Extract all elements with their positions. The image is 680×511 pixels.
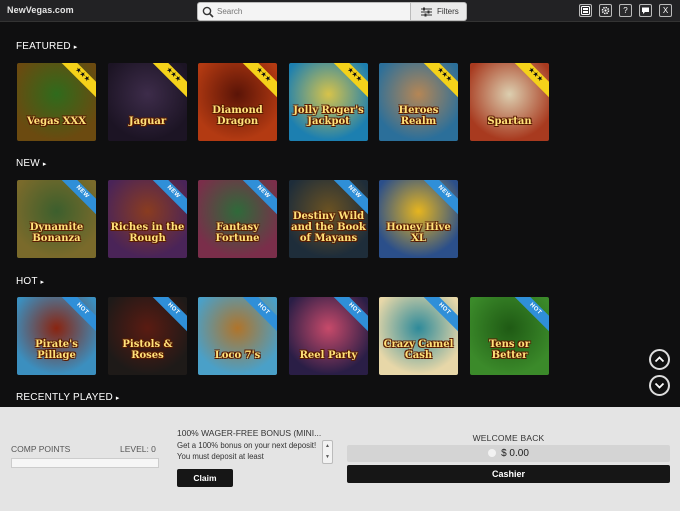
game-tile[interactable]: Vegas XXX ★★★ (17, 63, 96, 141)
filters-icon (421, 7, 432, 17)
game-tile[interactable]: Jolly Roger's Jackpot ★★★ (289, 63, 368, 141)
close-icon: X (662, 6, 669, 15)
claim-button[interactable]: Claim (177, 469, 233, 487)
game-tile[interactable]: Jaguar ★★★ (108, 63, 187, 141)
game-tile[interactable]: Tens or Better HOT (470, 297, 549, 375)
game-title: Tens or Better (489, 339, 530, 361)
comp-points-progress-bar (11, 458, 159, 468)
bonus-description: Get a 100% bonus on your next deposit! Y… (177, 441, 317, 461)
game-title: Heroes Realm (398, 105, 439, 127)
game-tile[interactable]: Loco 7's HOT (198, 297, 277, 375)
game-tile[interactable]: Destiny Wild and the Book of Mayans NEW (289, 180, 368, 258)
comp-points-label: COMP POINTS (11, 444, 71, 454)
game-title: Spartan (487, 116, 532, 127)
balance-display: $ 0.00 (347, 445, 670, 462)
welcome-label: WELCOME BACK (472, 433, 545, 443)
game-title: Riches in the Rough (110, 222, 185, 244)
brand-logo[interactable]: NewVegas.com (7, 5, 74, 15)
section-title-hot[interactable]: HOT ▸ (16, 276, 44, 287)
bonus-scroll-control[interactable]: ▲ ▼ (322, 440, 333, 464)
search-box[interactable] (197, 2, 411, 21)
help-icon: ? (623, 6, 628, 15)
filters-button[interactable]: Filters (411, 2, 467, 21)
scroll-down-button[interactable] (649, 375, 670, 396)
chat-button[interactable] (639, 4, 652, 17)
game-tile[interactable]: Dynamite Bonanza NEW (17, 180, 96, 258)
close-button[interactable]: X (659, 4, 672, 17)
chevron-up-icon (654, 356, 665, 363)
section-title-new[interactable]: NEW ▸ (16, 158, 47, 169)
chevron-right-icon: ▸ (73, 44, 78, 51)
game-title: Crazy Camel Cash (383, 339, 454, 361)
game-title: Fantasy Fortune (215, 222, 260, 244)
search-input[interactable] (217, 5, 407, 18)
level-label: LEVEL: 0 (120, 444, 156, 454)
game-title: Jaguar (128, 116, 167, 127)
chips-button[interactable] (579, 4, 592, 17)
game-tile[interactable]: Diamond Dragon ★★★ (198, 63, 277, 141)
game-title: Loco 7's (214, 350, 261, 361)
game-title: Diamond Dragon (212, 105, 263, 127)
balance-value: $ 0.00 (501, 448, 529, 459)
gear-icon (601, 6, 610, 15)
game-title: Pistols & Roses (122, 339, 173, 361)
section-title-recent[interactable]: RECENTLY PLAYED ▸ (16, 392, 120, 403)
cashier-button[interactable]: Cashier (347, 465, 670, 483)
chevron-down-icon (654, 382, 665, 389)
game-title: Reel Party (299, 350, 358, 361)
chevron-right-icon: ▸ (42, 161, 47, 168)
section-title-featured[interactable]: FEATURED ▸ (16, 41, 77, 52)
chevron-right-icon: ▸ (115, 395, 120, 402)
chat-icon (642, 7, 649, 14)
scroll-up-button[interactable] (649, 349, 670, 370)
game-tile[interactable]: Pistols & Roses HOT (108, 297, 187, 375)
game-tile[interactable]: Heroes Realm ★★★ (379, 63, 458, 141)
settings-button[interactable] (599, 4, 612, 17)
game-tile[interactable]: Riches in the Rough NEW (108, 180, 187, 258)
game-tile[interactable]: Honey Hive XL NEW (379, 180, 458, 258)
game-tile[interactable]: Crazy Camel Cash HOT (379, 297, 458, 375)
search-icon (202, 6, 214, 18)
balance-icon (488, 449, 497, 457)
game-title: Jolly Roger's Jackpot (293, 105, 364, 127)
game-title: Pirate's Pillage (35, 339, 78, 361)
chips-icon (581, 6, 590, 15)
game-title: Dynamite Bonanza (29, 222, 84, 244)
game-title: Honey Hive XL (386, 222, 451, 244)
account-panel: COMP POINTS LEVEL: 0 100% WAGER-FREE BON… (0, 407, 680, 511)
help-button[interactable]: ? (619, 4, 632, 17)
filters-label: Filters (437, 7, 459, 16)
top-bar: NewVegas.com Filters ? X (0, 0, 680, 22)
game-tile[interactable]: Fantasy Fortune NEW (198, 180, 277, 258)
game-title: Destiny Wild and the Book of Mayans (291, 211, 366, 244)
bonus-title: 100% WAGER-FREE BONUS (MINI... (177, 428, 322, 438)
chevron-right-icon: ▸ (40, 279, 45, 286)
game-tile[interactable]: Pirate's Pillage HOT (17, 297, 96, 375)
caret-down-icon[interactable]: ▼ (323, 452, 332, 463)
game-tile[interactable]: Reel Party HOT (289, 297, 368, 375)
caret-up-icon[interactable]: ▲ (323, 441, 332, 452)
game-title: Vegas XXX (26, 116, 87, 127)
game-tile[interactable]: Spartan ★★★ (470, 63, 549, 141)
